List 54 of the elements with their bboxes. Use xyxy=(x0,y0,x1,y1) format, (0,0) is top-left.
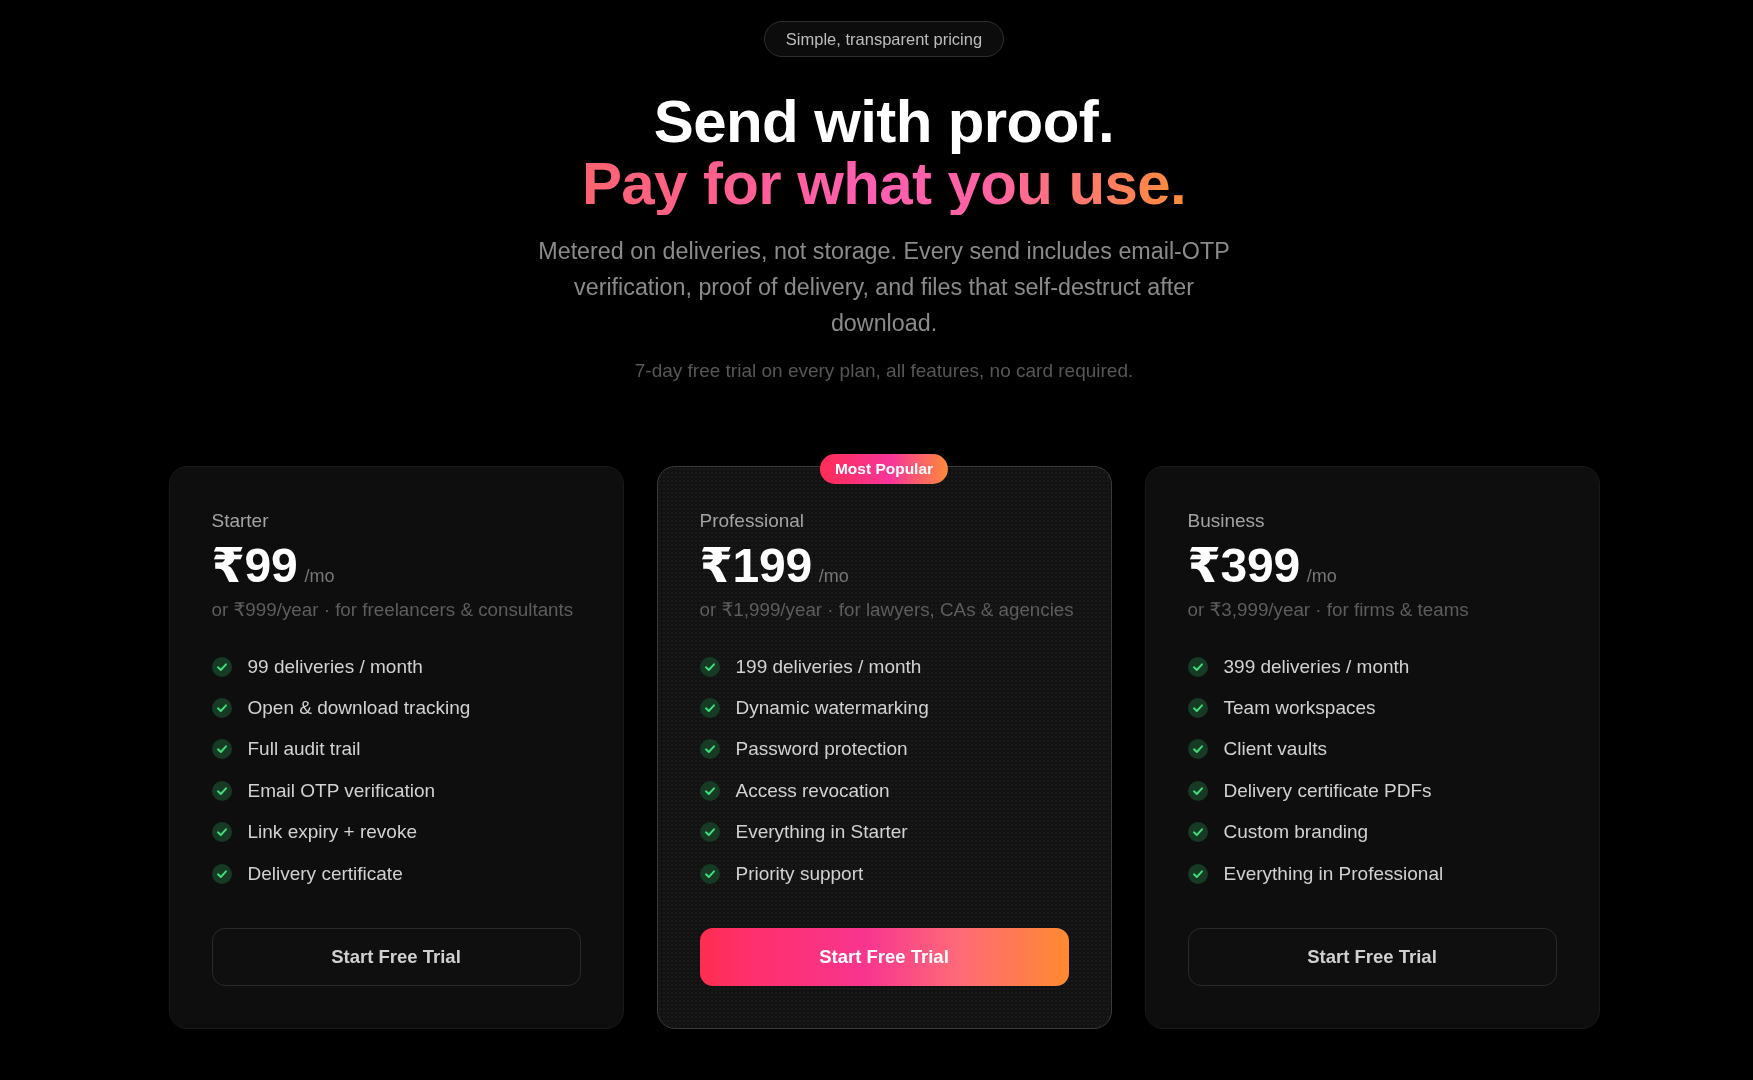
start-trial-button[interactable]: Start Free Trial xyxy=(211,928,581,987)
plan-name: Starter xyxy=(211,509,270,533)
check-icon xyxy=(1187,698,1208,719)
plan-subtitle: or ₹3,999/year · for firms & teams xyxy=(1187,598,1470,622)
feature-text: Password protection xyxy=(735,738,908,761)
check-icon xyxy=(699,698,720,719)
feature-text: Dynamic watermarking xyxy=(735,697,929,720)
plan-name: Professional xyxy=(699,509,806,533)
feature-text: Delivery certificate xyxy=(247,862,403,885)
plan-name: Business xyxy=(1187,509,1266,533)
feature-text: Everything in Professional xyxy=(1223,862,1444,885)
check-icon xyxy=(1187,863,1208,884)
start-trial-button[interactable]: Start Free Trial xyxy=(1187,928,1557,987)
feature-text: 399 deliveries / month xyxy=(1223,655,1410,678)
feature-text: Delivery certificate PDFs xyxy=(1223,779,1432,802)
feature-text: Full audit trail xyxy=(247,738,361,761)
price-period: /mo xyxy=(1306,566,1337,587)
price-amount: ₹99 xyxy=(211,539,298,593)
feature-text: Email OTP verification xyxy=(247,779,436,802)
price-period: /mo xyxy=(304,566,335,587)
feature-text: 199 deliveries / month xyxy=(735,655,922,678)
check-icon xyxy=(699,656,720,677)
tagline-pill: Simple, transparent pricing xyxy=(763,21,1005,57)
check-icon xyxy=(699,780,720,801)
feature-text: Team workspaces xyxy=(1223,697,1376,720)
check-icon xyxy=(211,780,232,801)
check-icon xyxy=(699,822,720,843)
feature-text: Client vaults xyxy=(1223,738,1327,761)
check-icon xyxy=(1187,822,1208,843)
check-icon xyxy=(211,656,232,677)
price-amount: ₹399 xyxy=(1187,539,1300,593)
check-icon xyxy=(1187,780,1208,801)
price-period: /mo xyxy=(818,566,849,587)
check-icon xyxy=(211,863,232,884)
check-icon xyxy=(1187,739,1208,760)
feature-text: 99 deliveries / month xyxy=(247,655,423,678)
feature-text: Open & download tracking xyxy=(247,697,471,720)
check-icon xyxy=(699,863,720,884)
check-icon xyxy=(1187,656,1208,677)
feature-text: Custom branding xyxy=(1223,821,1369,844)
feature-text: Link expiry + revoke xyxy=(247,821,417,844)
feature-text: Access revocation xyxy=(735,779,890,802)
trial-note: 7-day free trial on every plan, all features, no card required. xyxy=(634,359,1134,383)
popular-badge: Most Popular xyxy=(819,454,949,484)
plan-subtitle: or ₹999/year · for freelancers & consultants xyxy=(211,598,575,622)
feature-text: Everything in Starter xyxy=(735,821,908,844)
check-icon xyxy=(211,822,232,843)
price-amount: ₹199 xyxy=(699,539,812,593)
check-icon xyxy=(699,739,720,760)
check-icon xyxy=(211,698,232,719)
feature-text: Priority support xyxy=(735,862,864,885)
headline: Send with proof. xyxy=(653,91,1115,153)
check-icon xyxy=(211,739,232,760)
description-text: Metered on deliveries, not storage. Every send includes email-OTP verification, proof of delivery, and files that self-destruct after download. xyxy=(537,237,1231,338)
